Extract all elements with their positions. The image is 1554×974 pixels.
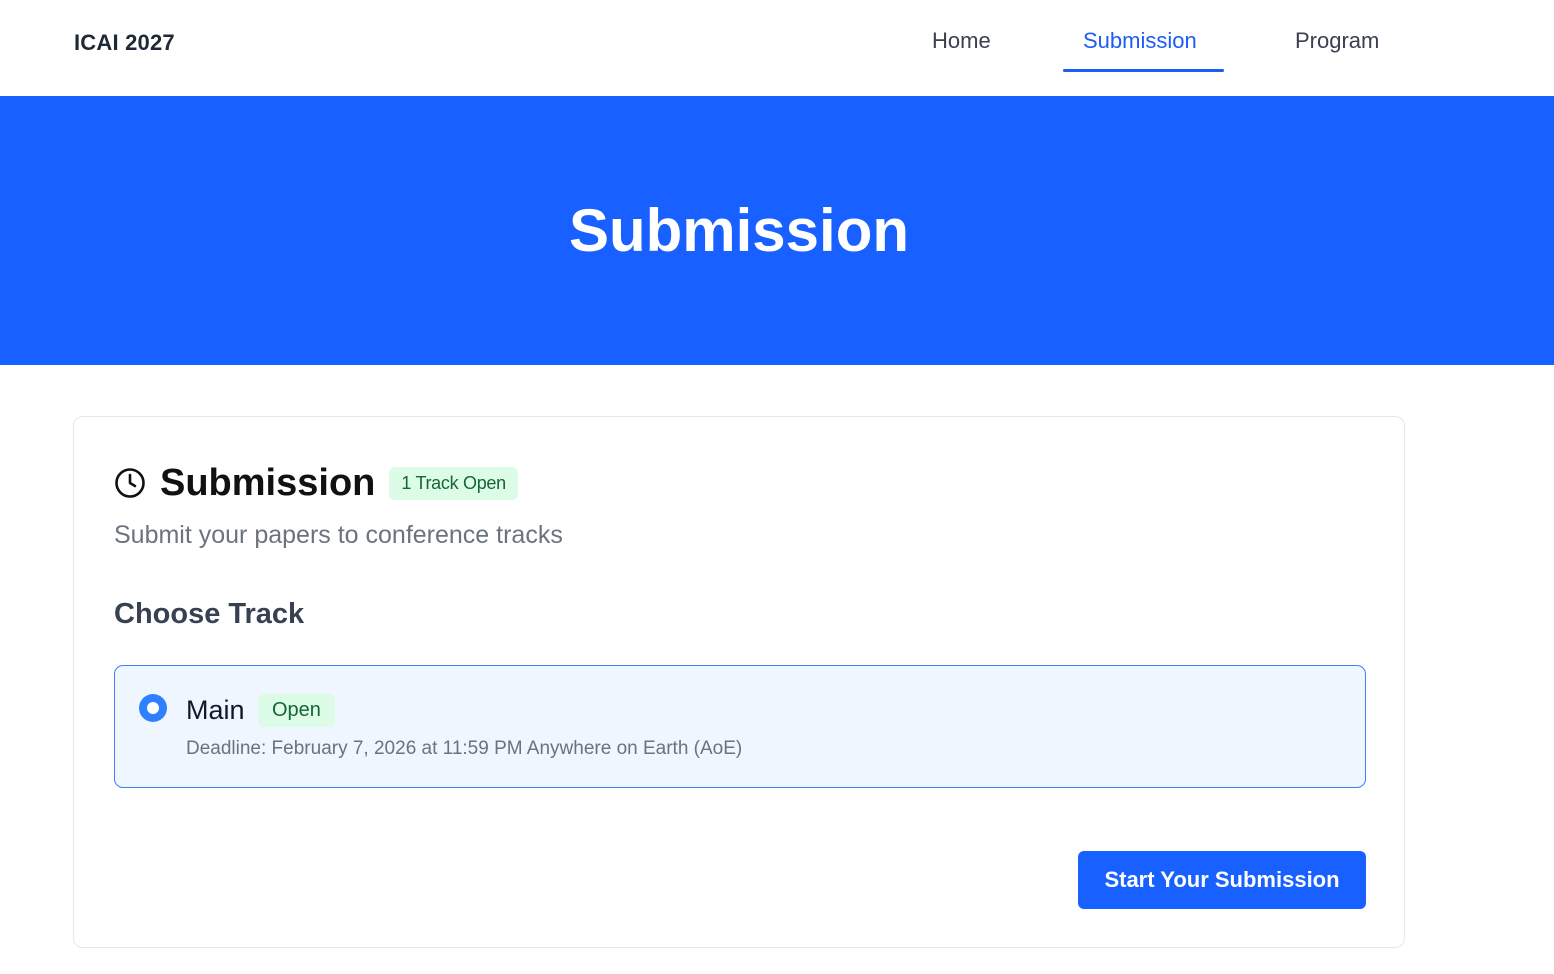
card-header: Submission 1 Track Open: [114, 461, 518, 505]
start-submission-button[interactable]: Start Your Submission: [1078, 851, 1366, 909]
radio-dot: [147, 702, 159, 714]
track-deadline: Deadline: February 7, 2026 at 11:59 PM A…: [186, 738, 743, 759]
hero-banner: Submission: [0, 96, 1554, 365]
track-name: Main: [186, 695, 245, 725]
track-status-badge: Open: [258, 694, 335, 727]
top-navbar: ICAI 2027 Home Submission Program: [0, 0, 1554, 96]
hero-title: Submission: [568, 197, 910, 264]
nav-submission-link[interactable]: Submission: [1083, 28, 1197, 54]
track-option-main[interactable]: Main Open Deadline: February 7, 2026 at …: [114, 665, 1366, 788]
open-tracks-badge: 1 Track Open: [389, 466, 518, 500]
card-subtitle: Submit your papers to conference tracks: [114, 521, 563, 549]
active-tab-indicator: [1063, 69, 1224, 72]
main-nav: Home Submission Program: [0, 0, 1554, 96]
card-title: Submission: [160, 461, 376, 504]
choose-track-heading: Choose Track: [114, 598, 305, 630]
track-radio-selected[interactable]: [139, 694, 167, 722]
nav-home-link[interactable]: Home: [932, 28, 991, 54]
nav-program-link[interactable]: Program: [1295, 28, 1379, 54]
clock-icon: [114, 467, 146, 499]
submission-card: Submission 1 Track Open Submit your pape…: [73, 416, 1405, 948]
